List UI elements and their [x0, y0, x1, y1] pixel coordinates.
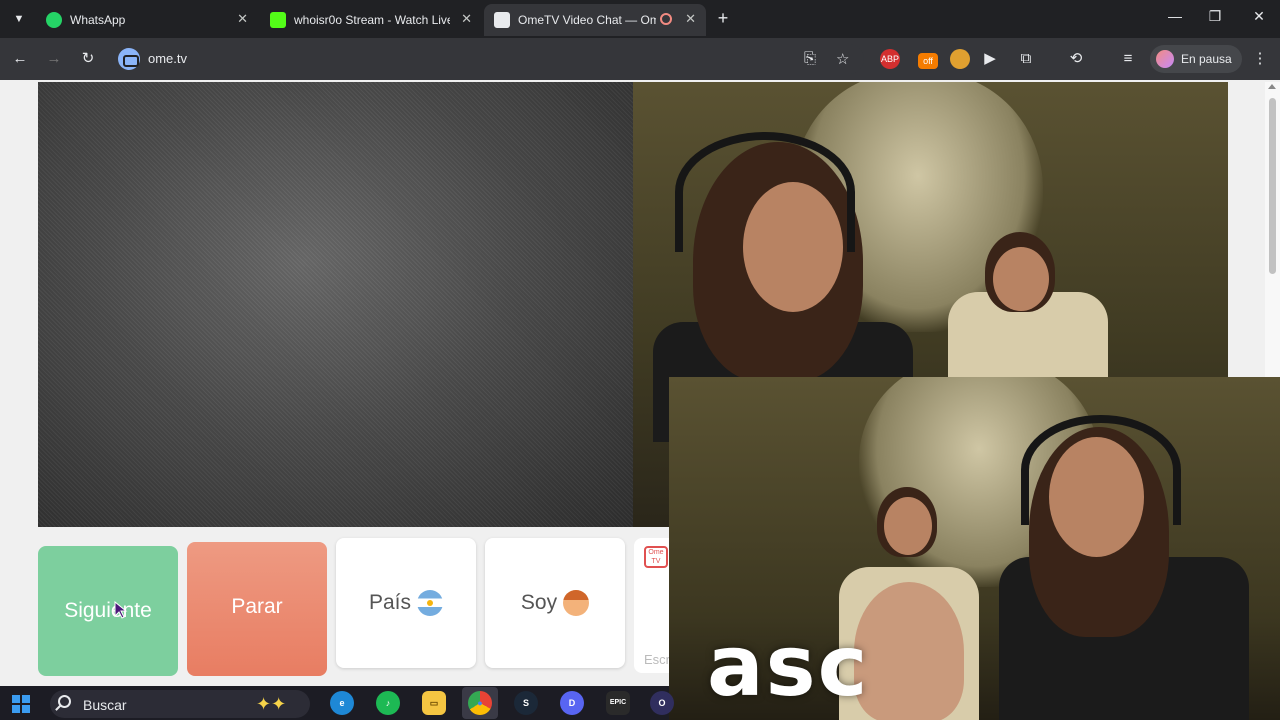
headset [1021, 415, 1181, 525]
gender-label: Soy [520, 591, 558, 614]
close-tab-icon[interactable]: ✕ [237, 11, 248, 27]
gender-filter-button[interactable]: Soy [485, 538, 625, 668]
epic-games-icon[interactable]: EPIC [606, 691, 630, 715]
chrome-icon[interactable]: ● [468, 691, 492, 715]
headset [675, 132, 855, 252]
browser-toolbar: ← → ↻ ome.tv ⎘ ☆ ABP off ▶ ⧉ ⟲ ≡ En paus… [0, 38, 1280, 80]
obs-icon[interactable]: O [650, 691, 674, 715]
adblock-icon[interactable]: ABP [880, 49, 900, 69]
avatar [1156, 50, 1174, 68]
chat-panel: Ome TV Escr [634, 538, 674, 673]
reload-icon[interactable]: ↻ [78, 49, 98, 69]
file-explorer-icon[interactable]: ▭ [422, 691, 446, 715]
scroll-up-icon[interactable] [1268, 84, 1276, 89]
off-extension-icon[interactable]: off [918, 53, 938, 69]
knee [854, 582, 964, 720]
streamer-camera-overlay: asc [669, 377, 1280, 720]
sparkle-icon: ✦✦ [256, 694, 287, 714]
chat-input[interactable]: Escr [644, 652, 672, 667]
spotify-icon[interactable]: ♪ [376, 691, 400, 715]
tab-ometv[interactable]: OmeTV Video Chat — Ome ✕ [484, 4, 706, 36]
person-background-face [884, 497, 932, 555]
whatsapp-icon [46, 12, 62, 28]
boy-emoji-icon [563, 590, 590, 617]
url-text: ome.tv [148, 51, 188, 66]
search-icon [58, 695, 71, 708]
steam-icon[interactable]: S [514, 691, 538, 715]
address-bar[interactable]: ome.tv ⎘ ☆ [112, 44, 864, 74]
media-controls-icon[interactable]: ≡ [1118, 49, 1138, 69]
install-app-icon[interactable]: ⎘ [804, 50, 816, 67]
stop-button[interactable]: Parar [187, 542, 327, 676]
overlay-caption: asc [707, 617, 870, 715]
discord-icon[interactable]: D [560, 691, 584, 715]
country-filter-button[interactable]: País [336, 538, 476, 668]
country-label: País [368, 591, 412, 614]
kick-icon [270, 12, 286, 28]
stranger-video-static [38, 82, 633, 527]
next-button[interactable]: Siguiente [38, 546, 178, 676]
tab-title: OmeTV Video Chat — Ome [518, 13, 656, 27]
search-placeholder: Buscar [83, 697, 127, 713]
tab-whatsapp[interactable]: WhatsApp ✕ [36, 4, 258, 36]
site-info-icon[interactable] [118, 48, 140, 70]
bookmark-star-icon[interactable]: ☆ [836, 50, 849, 68]
ometv-logo: Ome TV [644, 546, 668, 568]
taskbar-search[interactable]: Buscar ✦✦ [50, 690, 310, 718]
windows-taskbar: Buscar ✦✦ e ♪ ▭ ● S D EPIC O [0, 686, 674, 720]
profile-status: En pausa [1181, 52, 1232, 66]
tab-title: whoisr0o Stream - Watch Live o [294, 13, 450, 27]
new-tab-button[interactable]: + [712, 8, 734, 30]
media-play-icon[interactable]: ▶ [980, 49, 1000, 69]
windows-start-icon[interactable] [12, 695, 30, 713]
forward-arrow-icon[interactable]: → [44, 49, 64, 69]
recording-icon [660, 13, 672, 25]
mouse-cursor-icon [114, 601, 128, 619]
tab-kick-stream[interactable]: whoisr0o Stream - Watch Live o ✕ [260, 4, 482, 36]
profile-button[interactable]: En pausa [1150, 45, 1242, 73]
argentina-flag-icon [417, 590, 444, 617]
close-tab-icon[interactable]: ✕ [685, 11, 696, 27]
person-background-face [993, 247, 1049, 311]
back-arrow-icon[interactable]: ← [10, 49, 30, 69]
history-icon[interactable]: ⟲ [1066, 49, 1086, 69]
more-menu-icon[interactable]: ⋮ [1250, 49, 1270, 69]
edge-icon[interactable]: e [330, 691, 354, 715]
tab-search-chevron-icon[interactable]: ▼ [8, 8, 30, 30]
restore-icon[interactable]: ❐ [1200, 8, 1230, 25]
ometv-favicon-icon [494, 12, 510, 28]
minimize-icon[interactable]: — [1160, 8, 1190, 24]
extensions-puzzle-icon[interactable]: ⧉ [1016, 49, 1036, 69]
close-window-icon[interactable]: ✕ [1244, 8, 1274, 25]
scroll-thumb[interactable] [1269, 98, 1276, 274]
tab-strip: ▼ WhatsApp ✕ whoisr0o Stream - Watch Liv… [0, 0, 1280, 38]
cookie-extension-icon[interactable] [950, 49, 970, 69]
tab-title: WhatsApp [70, 13, 126, 27]
close-tab-icon[interactable]: ✕ [461, 11, 472, 27]
